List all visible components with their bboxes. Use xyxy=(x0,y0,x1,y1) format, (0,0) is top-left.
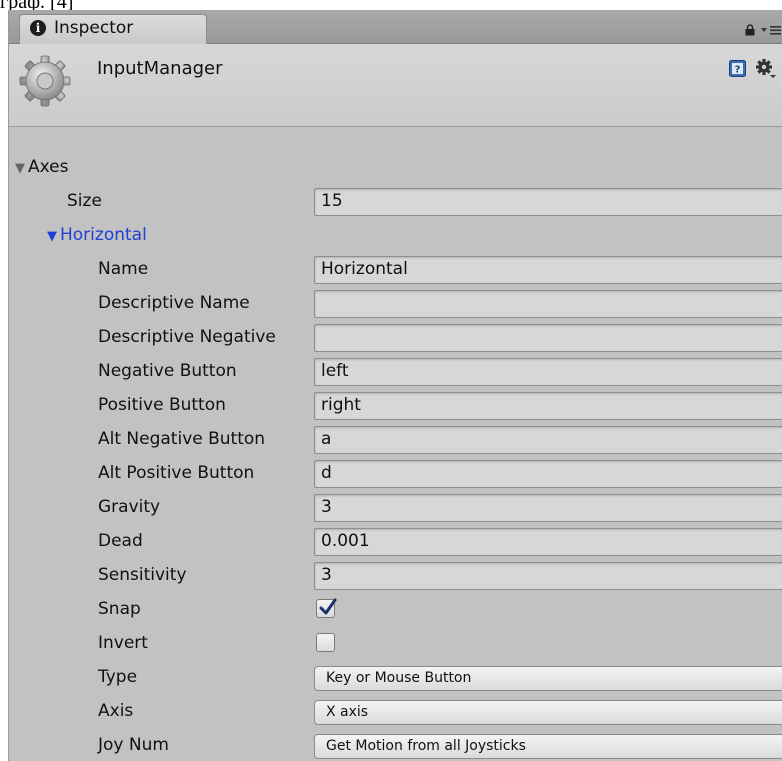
triangle-down-icon: ▼ xyxy=(47,229,57,244)
name-row: Name Horizontal xyxy=(9,253,782,287)
joy-num-select-value: Get Motion from all Joysticks xyxy=(326,738,526,754)
name-field[interactable]: Horizontal xyxy=(314,256,782,284)
lock-icon[interactable] xyxy=(745,24,755,36)
context-menu-icon[interactable] xyxy=(761,25,781,35)
sensitivity-label: Sensitivity xyxy=(98,565,187,585)
alt-negative-button-label: Alt Negative Button xyxy=(98,429,266,449)
axis-select[interactable]: X axis ▲▼ xyxy=(314,700,782,725)
gravity-row: Gravity 3 xyxy=(9,491,782,525)
joy-num-label: Joy Num xyxy=(98,735,169,755)
component-header: InputManager ? xyxy=(9,44,782,127)
snap-row: Snap xyxy=(9,593,782,627)
dead-row: Dead 0.001 xyxy=(9,525,782,559)
joy-num-select[interactable]: Get Motion from all Joysticks ▲▼ xyxy=(314,734,782,759)
type-row: Type Key or Mouse Button ▲▼ xyxy=(9,661,782,695)
help-icon[interactable]: ? xyxy=(729,60,746,77)
negative-button-row: Negative Button left xyxy=(9,355,782,389)
gravity-field[interactable]: 3 xyxy=(314,494,782,522)
size-row: Size 15 xyxy=(9,185,782,219)
axes-label: Axes xyxy=(28,157,69,177)
svg-text:?: ? xyxy=(735,65,741,76)
checkmark-icon xyxy=(319,598,337,615)
dead-field[interactable]: 0.001 xyxy=(314,528,782,556)
alt-negative-button-row: Alt Negative Button a xyxy=(9,423,782,457)
name-label: Name xyxy=(98,259,149,279)
size-label: Size xyxy=(67,191,102,211)
positive-button-field[interactable]: right xyxy=(314,392,782,420)
descriptive-negative-row: Descriptive Negative xyxy=(9,321,782,355)
descriptive-negative-field[interactable] xyxy=(314,324,782,352)
horizontal-foldout[interactable]: ▼ Horizontal xyxy=(47,225,147,245)
positive-button-label: Positive Button xyxy=(98,395,226,415)
type-select-value: Key or Mouse Button xyxy=(326,670,472,686)
snap-checkbox[interactable] xyxy=(316,598,337,618)
alt-positive-button-field[interactable]: d xyxy=(314,460,782,488)
positive-button-row: Positive Button right xyxy=(9,389,782,423)
descriptive-name-label: Descriptive Name xyxy=(98,293,250,313)
tab-inspector[interactable]: i Inspector xyxy=(19,14,207,44)
descriptive-name-row: Descriptive Name xyxy=(9,287,782,321)
tab-bar: i Inspector xyxy=(9,10,782,44)
axis-row: Axis X axis ▲▼ xyxy=(9,695,782,729)
negative-button-field[interactable]: left xyxy=(314,358,782,386)
gravity-label: Gravity xyxy=(98,497,161,517)
axis-label: Axis xyxy=(98,701,134,721)
snap-label: Snap xyxy=(98,599,141,619)
descriptive-name-field[interactable] xyxy=(314,290,782,318)
axis-select-value: X axis xyxy=(326,704,369,720)
descriptive-negative-label: Descriptive Negative xyxy=(98,327,276,347)
negative-button-label: Negative Button xyxy=(98,361,237,381)
dead-label: Dead xyxy=(98,531,143,551)
invert-row: Invert xyxy=(9,627,782,661)
size-field[interactable]: 15 xyxy=(314,188,782,216)
type-select[interactable]: Key or Mouse Button ▲▼ xyxy=(314,666,782,691)
sensitivity-row: Sensitivity 3 xyxy=(9,559,782,593)
invert-checkbox[interactable] xyxy=(316,633,335,652)
horizontal-label: Horizontal xyxy=(60,225,147,245)
tab-label: Inspector xyxy=(54,18,134,38)
settings-gear-icon[interactable] xyxy=(755,58,777,80)
alt-positive-button-label: Alt Positive Button xyxy=(98,463,255,483)
joy-num-row: Joy Num Get Motion from all Joysticks ▲▼ xyxy=(9,729,782,761)
axes-foldout[interactable]: ▼ Axes xyxy=(15,157,68,177)
inspector-window: i Inspector InputManager ? ▼ Axes Size 1… xyxy=(8,10,782,761)
type-label: Type xyxy=(98,667,138,687)
alt-positive-button-row: Alt Positive Button d xyxy=(9,457,782,491)
gear-icon xyxy=(19,55,71,107)
horizontal-foldout-row[interactable]: ▼ Horizontal xyxy=(9,219,782,253)
info-icon: i xyxy=(30,20,46,36)
sensitivity-field[interactable]: 3 xyxy=(314,562,782,590)
triangle-down-icon: ▼ xyxy=(15,161,25,176)
component-title: InputManager xyxy=(97,58,223,79)
alt-negative-button-field[interactable]: a xyxy=(314,426,782,454)
axes-foldout-row[interactable]: ▼ Axes xyxy=(9,151,782,185)
invert-label: Invert xyxy=(98,633,148,653)
